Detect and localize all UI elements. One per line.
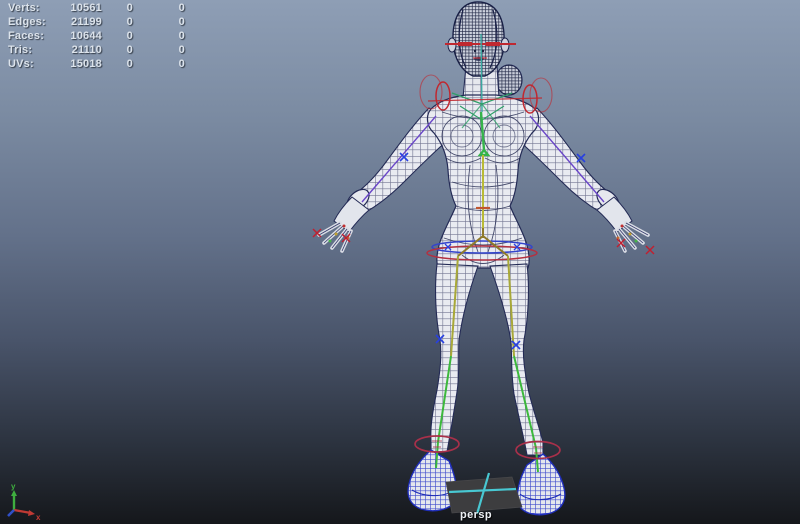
leg-left[interactable] xyxy=(431,264,478,452)
hand-left[interactable] xyxy=(319,197,369,251)
shoe-right[interactable] xyxy=(517,454,564,515)
hud-row-faces: Faces: 10644 0 0 xyxy=(8,30,185,44)
nostril-left xyxy=(474,50,476,52)
character-mesh[interactable] xyxy=(319,2,648,515)
hud-value: 0 xyxy=(133,16,185,30)
hair-bun-wires xyxy=(496,65,522,95)
viewport-canvas[interactable]: y x xyxy=(0,0,800,524)
hud-value: 15018 xyxy=(64,58,102,72)
hud-value: 0 xyxy=(102,2,133,16)
z-axis-stub xyxy=(8,510,14,516)
hud-value: 21199 xyxy=(64,16,102,30)
hud-value: 10644 xyxy=(64,30,102,44)
head[interactable] xyxy=(448,2,509,76)
leg-right[interactable] xyxy=(490,264,543,455)
hud-row-verts: Verts: 10561 0 0 xyxy=(8,2,185,16)
hud-row-tris: Tris: 21110 0 0 xyxy=(8,44,185,58)
hud-label: Edges: xyxy=(8,16,64,30)
maya-perspective-viewport[interactable]: y x Verts: 10561 0 0 Edges: 21199 0 0 Fa… xyxy=(0,0,800,524)
hud-value: 0 xyxy=(102,58,133,72)
hud-value: 21110 xyxy=(64,44,102,58)
x-axis-label: x xyxy=(36,513,41,522)
axis-orientation-gizmo: y x xyxy=(8,482,41,522)
shoe-left[interactable] xyxy=(408,450,457,511)
hud-value: 0 xyxy=(133,30,185,44)
hud-label: UVs: xyxy=(8,58,64,72)
hand-right[interactable] xyxy=(597,197,648,251)
hud-value: 0 xyxy=(133,44,185,58)
hud-row-uvs: UVs: 15018 0 0 xyxy=(8,58,185,72)
hud-value: 0 xyxy=(102,44,133,58)
hud-value: 0 xyxy=(133,58,185,72)
y-axis-label: y xyxy=(11,482,16,491)
rig-controls[interactable] xyxy=(313,34,654,472)
poly-count-hud: Verts: 10561 0 0 Edges: 21199 0 0 Faces:… xyxy=(8,2,185,72)
hud-row-edges: Edges: 21199 0 0 xyxy=(8,16,185,30)
neck-joint-line[interactable] xyxy=(481,34,482,112)
hud-label: Faces: xyxy=(8,30,64,44)
x-axis-arrow xyxy=(28,510,35,516)
hud-value: 10561 xyxy=(64,2,102,16)
hud-value: 0 xyxy=(102,30,133,44)
ground-plane[interactable] xyxy=(446,473,522,514)
nostril-right xyxy=(482,50,484,52)
hud-value: 0 xyxy=(133,2,185,16)
hud-label: Tris: xyxy=(8,44,64,58)
hud-value: 0 xyxy=(102,16,133,30)
camera-name-label[interactable]: persp xyxy=(460,509,492,521)
hud-label: Verts: xyxy=(8,2,64,16)
